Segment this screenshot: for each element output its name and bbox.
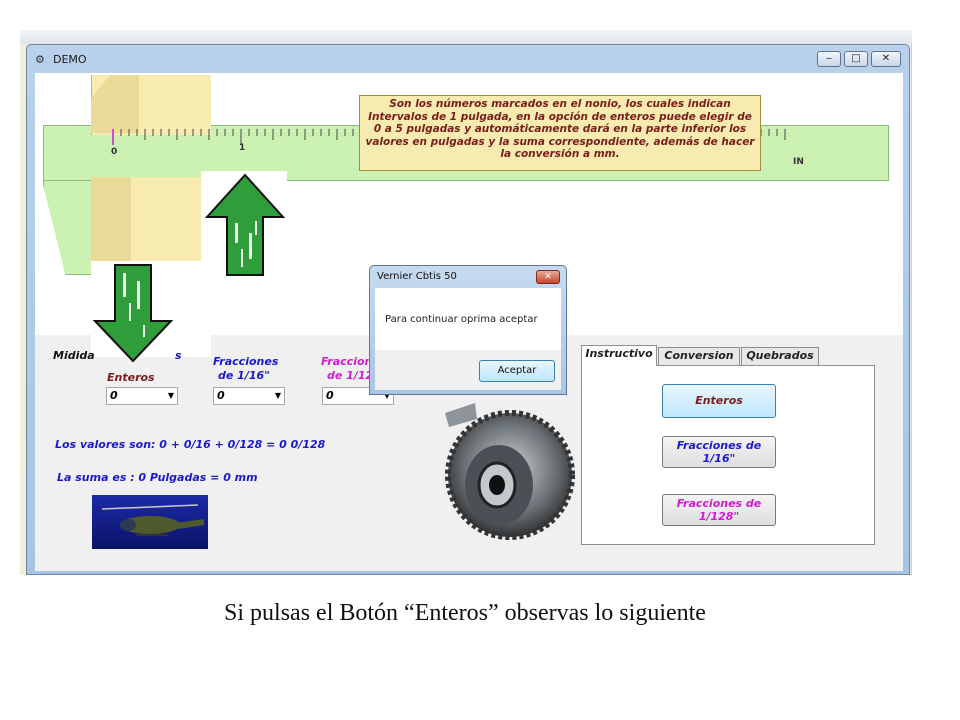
enteros-button[interactable]: Enteros xyxy=(662,384,776,418)
midida-label: Midida xyxy=(53,349,95,362)
tab-instructivo[interactable]: Instructivo xyxy=(581,345,657,366)
title-bar[interactable]: ⚙ DEMO ‒ □ ✕ xyxy=(27,45,909,73)
enteros-combo-value: 0 xyxy=(110,389,118,402)
fracciones-128-button[interactable]: Fracciones de 1/128" xyxy=(662,494,776,526)
fracciones16-combo[interactable]: 0 ▼ xyxy=(213,387,285,405)
dialog-body: Para continuar oprima aceptar xyxy=(375,288,561,350)
ruler-unit-label: IN xyxy=(793,157,804,167)
tab-conversion[interactable]: Conversion xyxy=(658,347,740,365)
message-dialog: Vernier Cbtis 50 ✕ Para continuar oprima… xyxy=(369,265,567,395)
helicopter-image xyxy=(92,495,208,549)
fracciones128-label-line2: de 1/12 xyxy=(327,369,374,382)
minimize-button[interactable]: ‒ xyxy=(817,51,841,67)
fracciones128-label-line1: Fraccion xyxy=(321,355,373,368)
dialog-title: Vernier Cbtis 50 xyxy=(377,271,457,282)
tab-quebrados[interactable]: Quebrados xyxy=(741,347,819,365)
fracciones16-combo-value: 0 xyxy=(217,389,225,402)
info-box: Son los números marcados en el nonio, lo… xyxy=(359,95,761,171)
chevron-down-icon[interactable]: ▼ xyxy=(275,388,281,404)
chevron-down-icon[interactable]: ▼ xyxy=(168,388,174,404)
close-button[interactable]: ✕ xyxy=(871,51,901,67)
up-arrow-icon[interactable] xyxy=(205,173,285,277)
fracciones128-combo-value: 0 xyxy=(326,389,334,402)
aceptar-button[interactable]: Aceptar xyxy=(479,360,555,382)
tab-panel-instructivo: Enteros Fracciones de 1/16" Fracciones d… xyxy=(581,365,875,545)
maximize-button[interactable]: □ xyxy=(844,51,868,67)
window-title: DEMO xyxy=(53,53,87,66)
gear-image xyxy=(445,403,575,540)
fracciones16-label-line2: de 1/16" xyxy=(218,369,270,382)
enteros-combo[interactable]: 0 ▼ xyxy=(106,387,178,405)
fracciones-16-button[interactable]: Fracciones de 1/16" xyxy=(662,436,776,468)
enteros-label: Enteros xyxy=(107,371,155,384)
dialog-message: Para continuar oprima aceptar xyxy=(385,314,538,325)
dialog-close-button[interactable]: ✕ xyxy=(536,270,560,284)
tab-control: Instructivo Conversion Quebrados Enteros… xyxy=(581,345,877,551)
background-toolbar xyxy=(20,30,912,44)
fracciones16-label-line1: Fracciones xyxy=(213,355,279,368)
app-icon: ⚙ xyxy=(35,53,45,66)
ruler-one-label: 1 xyxy=(239,143,246,153)
suma-text: La suma es : 0 Pulgadas = 0 mm xyxy=(57,471,258,484)
dialog-footer: Aceptar xyxy=(375,350,561,390)
down-arrow-icon[interactable] xyxy=(93,263,173,363)
valores-text: Los valores son: 0 + 0/16 + 0/128 = 0 0/… xyxy=(55,438,326,451)
midida-label-tail: s xyxy=(175,349,182,362)
ruler-zero-label: 0 xyxy=(111,147,118,157)
slide-caption: Si pulsas el Botón “Enteros” observas lo… xyxy=(224,600,706,626)
